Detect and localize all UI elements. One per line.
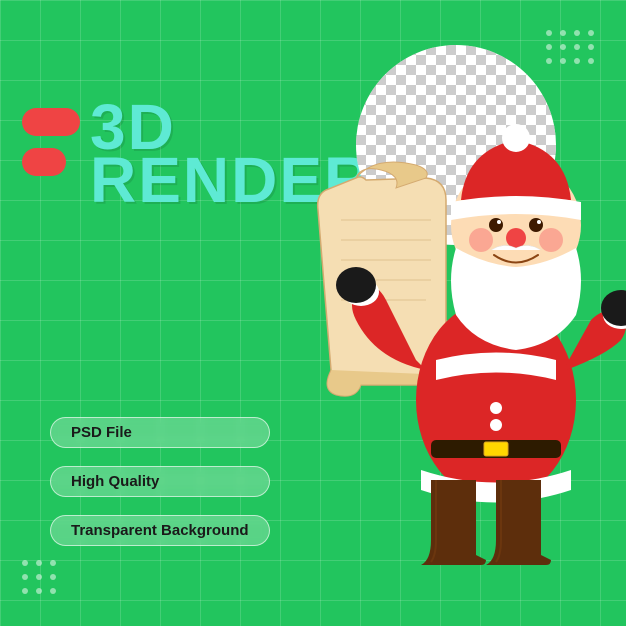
psd-file-badge: PSD File <box>50 417 270 448</box>
badges-column: PSD File High Quality Transparent Backgr… <box>50 417 270 556</box>
high-quality-badge: High Quality <box>50 466 270 497</box>
transparent-badge: Transparent Background <box>50 515 270 546</box>
main-container: 3D RENDER <box>0 0 626 626</box>
red-bar-bottom <box>22 148 66 176</box>
santa-illustration <box>276 50 626 590</box>
badges-area: PSD File High Quality Transparent Backgr… <box>50 417 270 556</box>
dots-bottom-left <box>22 560 58 596</box>
red-bar-top <box>22 108 80 136</box>
